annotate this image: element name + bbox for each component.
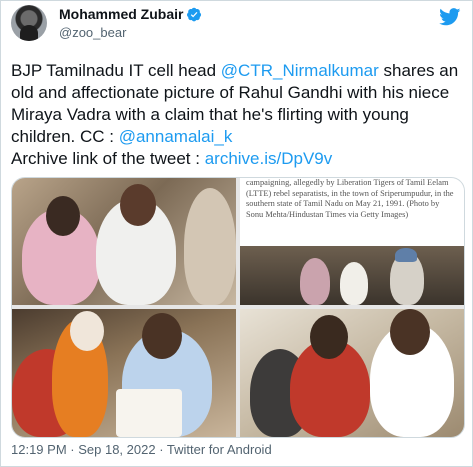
tweet-source[interactable]: Twitter for Android <box>167 442 272 457</box>
photo-caption-crowd[interactable]: campaigning, allegedly by Liberation Tig… <box>240 178 464 305</box>
tweet-date[interactable]: Sep 18, 2022 <box>78 442 155 457</box>
author-avatar[interactable] <box>11 5 47 41</box>
footer-separator-1: · <box>66 442 79 457</box>
tweet-footer: 12:19 PM · Sep 18, 2022 · Twitter for An… <box>11 442 272 457</box>
tweet-time[interactable]: 12:19 PM <box>11 442 67 457</box>
photo-sitharaman-group[interactable] <box>240 309 464 437</box>
author-handle[interactable]: @zoo_bear <box>59 25 126 40</box>
tweet-text-part3: Archive link of the tweet : <box>11 149 205 168</box>
photo-rahul-gandhi-niece[interactable] <box>12 178 236 305</box>
footer-separator-2: · <box>155 442 167 457</box>
archive-link[interactable]: archive.is/DpV9v <box>205 149 333 168</box>
tweet-text-part1: BJP Tamilnadu IT cell head <box>11 61 221 80</box>
twitter-bird-icon[interactable] <box>439 8 461 26</box>
tweet-text: BJP Tamilnadu IT cell head @CTR_Nirmalku… <box>11 60 466 170</box>
media-grid: campaigning, allegedly by Liberation Tig… <box>11 177 465 438</box>
author-name[interactable]: Mohammed Zubair <box>59 6 183 22</box>
crowd-photo <box>240 246 464 305</box>
mention-annamalai-k[interactable]: @annamalai_k <box>119 127 233 146</box>
photo-caption-text: campaigning, allegedly by Liberation Tig… <box>246 178 454 219</box>
photo-modi-group[interactable] <box>12 309 236 437</box>
verified-badge-icon <box>187 7 202 21</box>
author-name-row: Mohammed Zubair <box>59 6 202 22</box>
mention-ctr-nirmalkumar[interactable]: @CTR_Nirmalkumar <box>221 61 379 80</box>
